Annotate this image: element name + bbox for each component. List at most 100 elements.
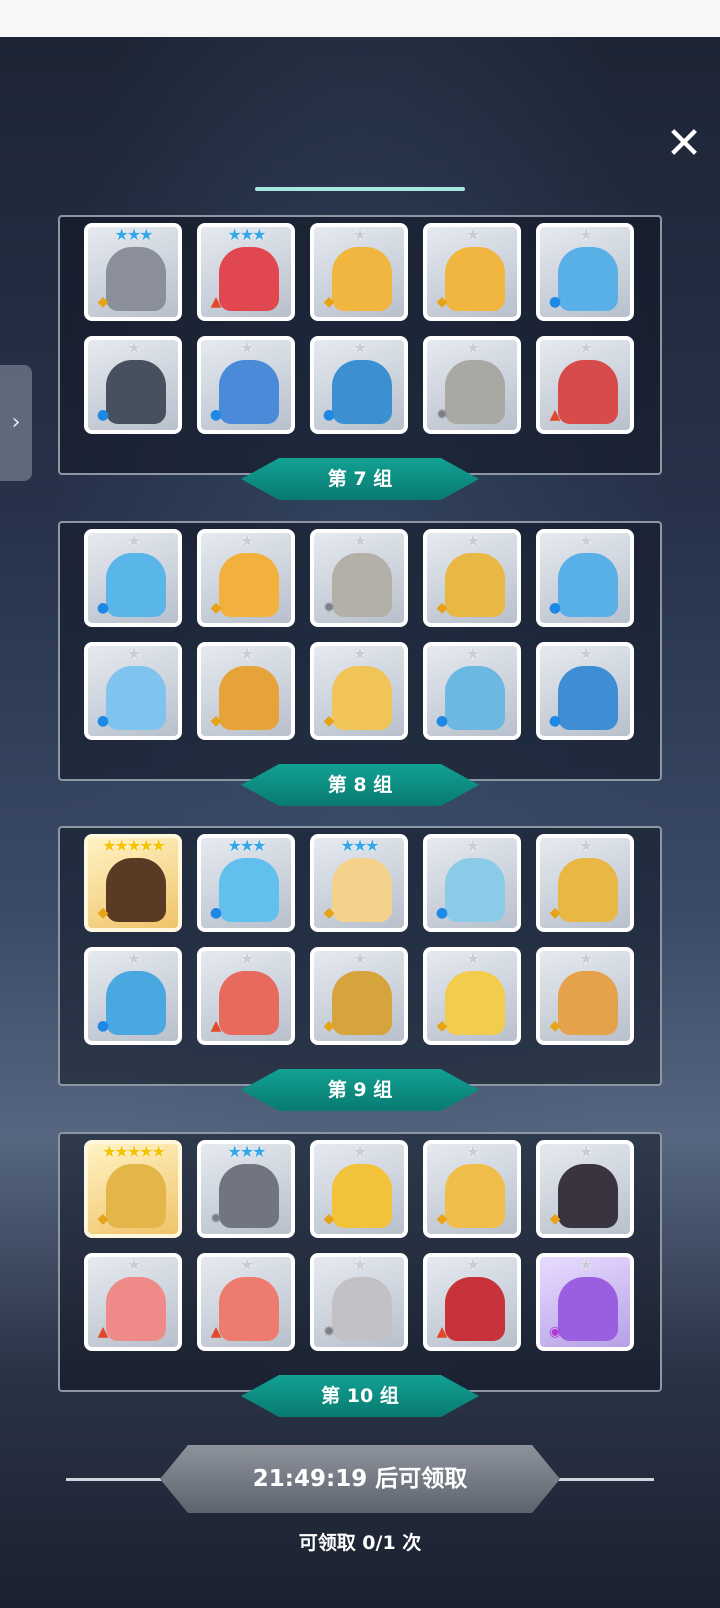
hero-card[interactable]: ★ ✹ <box>310 529 408 627</box>
gear-element-icon: ✹ <box>210 1211 222 1227</box>
hero-card[interactable]: ★ ● <box>84 529 182 627</box>
light-element-icon: ◆ <box>436 600 448 616</box>
hero-card[interactable]: ★ ◆ <box>197 529 295 627</box>
hero-card[interactable]: ★★★ ◆ <box>84 223 182 321</box>
water-element-icon: ● <box>548 600 562 616</box>
fire-element-icon: ▲ <box>436 1324 448 1340</box>
hero-portrait <box>445 247 505 311</box>
hero-card[interactable]: ★ ▲ <box>197 947 295 1045</box>
hero-portrait <box>558 1277 618 1341</box>
water-element-icon: ● <box>96 407 110 423</box>
light-element-icon: ◆ <box>549 1211 561 1227</box>
hero-card[interactable]: ★ ● <box>536 529 634 627</box>
hero-card[interactable]: ★ ● <box>84 947 182 1045</box>
hero-card[interactable]: ★ ● <box>84 336 182 434</box>
group-label-ribbon: 第 9 组 <box>241 1069 479 1111</box>
hero-card[interactable]: ★ ◆ <box>423 223 521 321</box>
hero-portrait <box>445 858 505 922</box>
water-element-icon: ● <box>322 407 336 423</box>
water-element-icon: ● <box>209 407 223 423</box>
star-rating: ★★★★★ <box>102 1142 166 1161</box>
hero-portrait <box>332 971 392 1035</box>
water-element-icon: ● <box>548 713 562 729</box>
hero-portrait <box>558 360 618 424</box>
star-rating: ★ <box>352 1255 367 1274</box>
star-rating: ★ <box>239 949 254 968</box>
fire-element-icon: ▲ <box>97 1324 109 1340</box>
light-element-icon: ◆ <box>323 1211 335 1227</box>
fire-element-icon: ▲ <box>210 1324 222 1340</box>
hero-card[interactable]: ★ ◆ <box>536 1140 634 1238</box>
hero-card[interactable]: ★ ◆ <box>423 529 521 627</box>
claim-button[interactable]: 21:49:19 后可领取 <box>160 1445 560 1513</box>
hero-card[interactable]: ★ ◆ <box>310 1140 408 1238</box>
star-rating: ★ <box>239 531 254 550</box>
hero-card[interactable]: ★ ● <box>536 642 634 740</box>
star-rating: ★ <box>465 531 480 550</box>
light-element-icon: ◆ <box>436 294 448 310</box>
star-rating: ★ <box>352 1142 367 1161</box>
star-rating: ★ <box>465 644 480 663</box>
hero-card[interactable]: ★★★ ◆ <box>310 834 408 932</box>
star-rating: ★ <box>352 644 367 663</box>
hero-card[interactable]: ★★★ ▲ <box>197 223 295 321</box>
hero-portrait <box>558 553 618 617</box>
hero-portrait <box>106 553 166 617</box>
hero-portrait <box>332 553 392 617</box>
hero-card[interactable]: ★ ◆ <box>423 947 521 1045</box>
star-rating: ★ <box>126 531 141 550</box>
light-element-icon: ◆ <box>210 713 222 729</box>
hero-portrait <box>332 1164 392 1228</box>
star-rating: ★ <box>126 1255 141 1274</box>
hero-card[interactable]: ★ ▲ <box>197 1253 295 1351</box>
hero-card[interactable]: ★ ◆ <box>310 642 408 740</box>
close-button[interactable]: ✕ <box>662 122 706 166</box>
star-rating: ★ <box>578 225 593 244</box>
hero-card[interactable]: ★★★ ● <box>197 834 295 932</box>
hero-card[interactable]: ★ ◆ <box>536 834 634 932</box>
hero-card[interactable]: ★★★ ✹ <box>197 1140 295 1238</box>
star-rating: ★★★ <box>227 225 266 244</box>
hero-portrait <box>332 858 392 922</box>
water-element-icon: ● <box>96 1018 110 1034</box>
hero-portrait <box>219 1277 279 1341</box>
light-element-icon: ◆ <box>210 600 222 616</box>
hero-card[interactable]: ★ ● <box>197 336 295 434</box>
hero-card[interactable]: ★ ● <box>84 642 182 740</box>
hero-portrait <box>106 360 166 424</box>
light-element-icon: ◆ <box>97 1211 109 1227</box>
hero-card[interactable]: ★ ◆ <box>197 642 295 740</box>
fire-element-icon: ▲ <box>210 294 222 310</box>
star-rating: ★ <box>578 1142 593 1161</box>
hero-card[interactable]: ★ ▲ <box>423 1253 521 1351</box>
gear-element-icon: ✹ <box>323 1324 335 1340</box>
hero-card[interactable]: ★ ◆ <box>536 947 634 1045</box>
hero-card[interactable]: ★ ◆ <box>310 947 408 1045</box>
side-drawer-handle[interactable]: › <box>0 365 32 481</box>
star-rating: ★ <box>239 1255 254 1274</box>
hero-card[interactable]: ★ ● <box>423 834 521 932</box>
hero-card[interactable]: ★ ◆ <box>310 223 408 321</box>
star-rating: ★★★ <box>227 836 266 855</box>
hero-card[interactable]: ★★★★★ ◆ <box>84 834 182 932</box>
divider-left <box>66 1478 166 1481</box>
hero-card[interactable]: ★ ● <box>423 642 521 740</box>
hero-card[interactable]: ★ ✹ <box>310 1253 408 1351</box>
hero-card[interactable]: ★ ▲ <box>536 336 634 434</box>
hero-portrait <box>558 971 618 1035</box>
hero-card[interactable]: ★ ◆ <box>423 1140 521 1238</box>
hero-portrait <box>219 553 279 617</box>
status-bar-area <box>0 0 720 37</box>
hero-card[interactable]: ★ ▲ <box>84 1253 182 1351</box>
star-rating: ★ <box>352 338 367 357</box>
hero-card[interactable]: ★★★★★ ◆ <box>84 1140 182 1238</box>
hero-card[interactable]: ★ ● <box>310 336 408 434</box>
hero-card[interactable]: ★ ✹ <box>423 336 521 434</box>
hero-card[interactable]: ★ ◉ <box>536 1253 634 1351</box>
hero-portrait <box>106 1164 166 1228</box>
water-element-icon: ● <box>96 600 110 616</box>
light-element-icon: ◆ <box>436 1018 448 1034</box>
star-rating: ★ <box>578 531 593 550</box>
hero-card[interactable]: ★ ● <box>536 223 634 321</box>
star-rating: ★ <box>465 338 480 357</box>
